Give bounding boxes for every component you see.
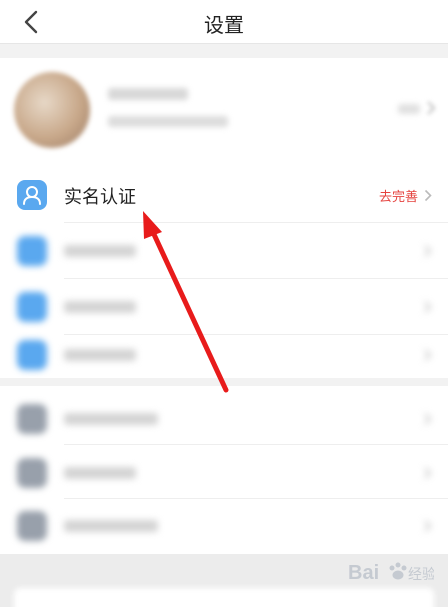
chevron-right-icon [424,245,432,257]
label-blurred [64,467,136,479]
setting-icon [17,292,47,322]
header-bar: 设置 [0,0,448,44]
chevron-right-icon [427,101,436,115]
divider [64,278,448,279]
profile-card[interactable] [0,58,448,168]
settings-group-account: 实名认证 去完善 [0,168,448,378]
phone-blurred [108,116,228,127]
label-blurred [64,349,136,361]
list-item-blurred[interactable] [0,392,448,446]
chevron-right-icon [424,520,432,532]
real-name-auth-label: 实名认证 [64,187,136,208]
setting-icon [17,511,47,541]
setting-icon [17,404,47,434]
user-badge-icon [17,180,47,210]
complete-info-link[interactable]: 去完善 [379,186,418,205]
list-item-blurred[interactable] [0,446,448,500]
chevron-right-icon [424,301,432,313]
list-item-blurred[interactable] [0,280,448,334]
list-item-blurred[interactable] [0,328,448,382]
baidu-jingyan-watermark: Bai 经验 [348,562,434,584]
chevron-right-icon [424,189,432,202]
profile-detail-blurred [398,104,420,114]
divider [64,444,448,445]
label-blurred [64,520,158,532]
label-blurred [64,301,136,313]
setting-icon [17,236,47,266]
watermark-suffix: 经验 [408,567,434,583]
paw-icon [389,562,407,580]
setting-icon [17,340,47,370]
page-title: 设置 [204,13,244,37]
setting-icon [17,458,47,488]
avatar[interactable] [14,72,90,148]
divider [64,222,448,223]
real-name-auth-row[interactable]: 实名认证 去完善 [0,168,448,222]
chevron-right-icon [424,413,432,425]
list-item-blurred[interactable] [0,499,448,553]
label-blurred [64,245,136,257]
label-blurred [64,413,158,425]
username-blurred [108,88,188,100]
bottom-button-blurred[interactable] [14,588,434,607]
watermark-brand: Bai [348,562,379,584]
chevron-right-icon [424,349,432,361]
list-item-blurred[interactable] [0,224,448,278]
settings-group-general [0,386,448,554]
chevron-right-icon [424,467,432,479]
